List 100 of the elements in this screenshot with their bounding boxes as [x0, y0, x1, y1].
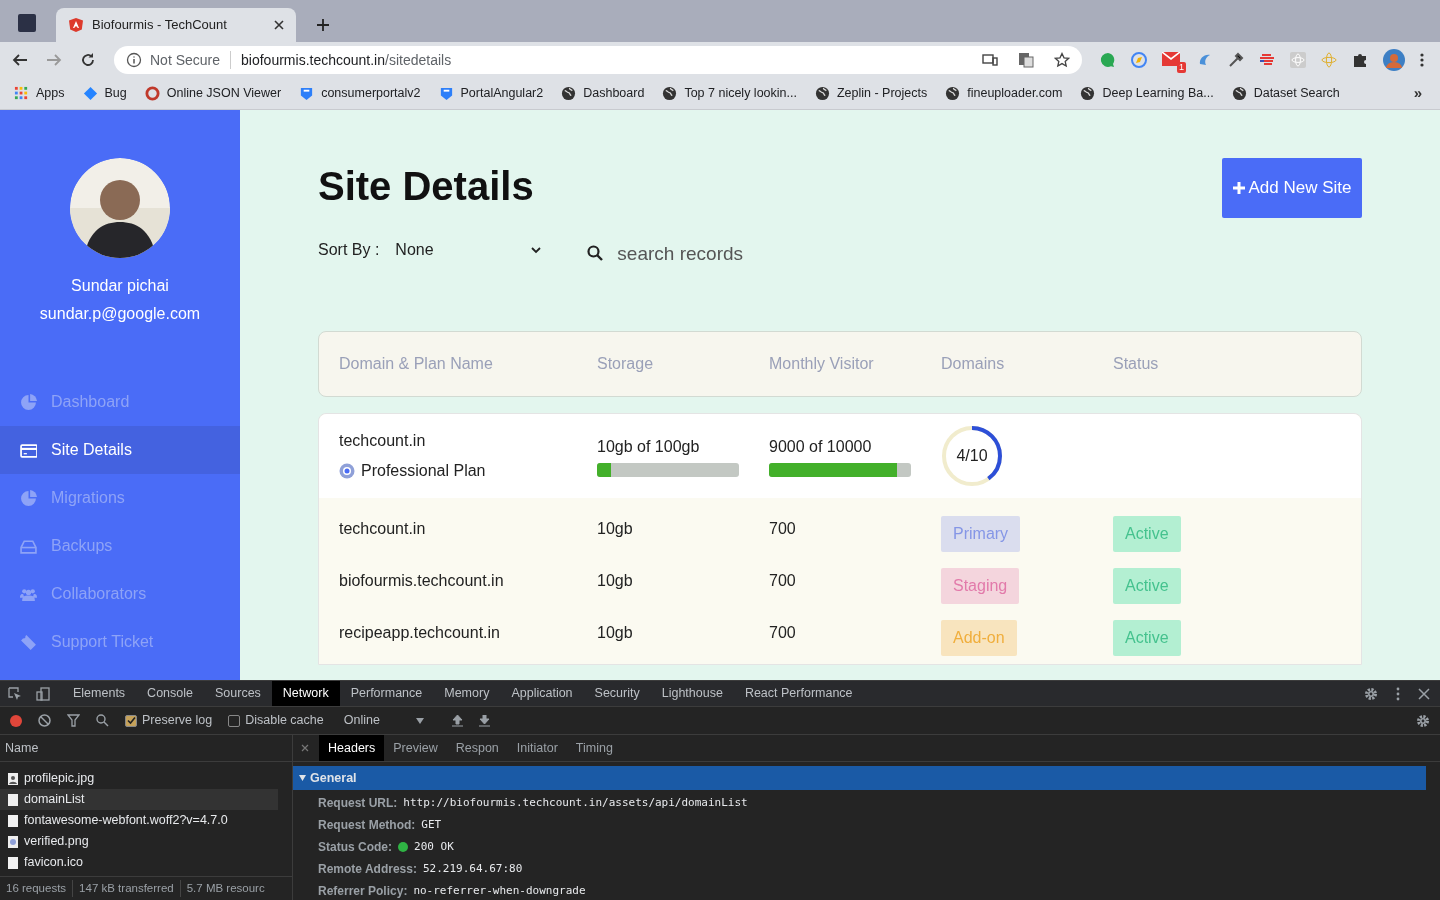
image-file-icon [8, 772, 18, 785]
pie-chart-icon [20, 489, 37, 507]
sort-dropdown[interactable]: None [395, 238, 542, 263]
devtools-tab[interactable]: Application [500, 681, 584, 706]
detail-tab[interactable]: Headers [319, 735, 385, 761]
bookmark[interactable]: Apps [14, 84, 65, 103]
bookmark[interactable]: Online JSON Viewer [144, 84, 282, 103]
header-value: GET [421, 816, 442, 833]
devtools-tab[interactable]: Console [136, 681, 204, 706]
user-name: Sundar pichai [71, 276, 169, 296]
address-bar[interactable]: Not Secure biofourmis.techcount.in/sitedetails [114, 46, 1082, 74]
download-icon[interactable] [478, 714, 490, 727]
request-row[interactable]: domainList [0, 789, 278, 810]
cast-icon[interactable] [982, 53, 998, 67]
close-icon[interactable] [1418, 687, 1430, 700]
document-icon [8, 856, 18, 869]
request-row[interactable]: profilepic.jpg [0, 768, 278, 789]
header-value: no-referrer-when-downgrade [413, 882, 586, 899]
devtools-tab[interactable]: Elements [62, 681, 137, 706]
column-header: Status [1113, 353, 1160, 374]
user-email: sundar.p@google.com [39, 304, 201, 324]
devtools-tab[interactable]: Sources [204, 681, 272, 706]
search-field[interactable]: search records [617, 240, 918, 269]
document-icon [8, 793, 18, 806]
browser-tab[interactable]: Biofourmis - TechCount [56, 8, 296, 42]
bookmark[interactable]: PortalAngular2 [438, 84, 544, 103]
star-icon[interactable] [1054, 52, 1070, 68]
devtools-tab[interactable]: Memory [433, 681, 501, 706]
domain-tag: Add-on [941, 619, 1017, 656]
security-label: Not Secure [150, 50, 221, 70]
back-icon[interactable] [12, 52, 28, 68]
domain-tag: Staging [941, 567, 1020, 604]
add-site-button[interactable]: Add New Site [1222, 158, 1362, 218]
table-cell-text: recipeapp.techcount.in [339, 622, 501, 643]
inspect-icon[interactable] [8, 686, 22, 701]
section-header[interactable]: General [293, 766, 1426, 790]
plus-icon[interactable] [316, 18, 330, 32]
settings-icon[interactable] [1416, 713, 1430, 728]
bookmark[interactable]: Dashboard [561, 84, 645, 103]
bookmark[interactable]: Dataset Search [1231, 84, 1340, 103]
lines-icon[interactable] [1259, 52, 1275, 68]
header-key: Referrer Policy: [318, 882, 408, 900]
devtools-tab[interactable]: Security [583, 681, 651, 706]
header-value: 200 OK [414, 838, 454, 855]
hard-drive-icon [20, 537, 37, 555]
clear-icon[interactable] [38, 714, 51, 727]
record-icon[interactable] [10, 714, 22, 727]
detail-tab[interactable]: Respon [446, 735, 508, 761]
mail-icon[interactable] [1162, 52, 1180, 66]
bookmark[interactable]: Zeplin - Projects [814, 84, 928, 103]
bookmark[interactable]: Top 7 nicely lookin... [662, 84, 797, 103]
plan-name: Professional Plan [361, 460, 486, 481]
table-cell-text: 700 [769, 570, 797, 591]
settings-icon[interactable] [1364, 686, 1378, 701]
puzzle-icon[interactable] [1352, 52, 1368, 68]
devtools-tab[interactable]: Network [271, 681, 340, 706]
diamond-icon [82, 86, 98, 101]
device-icon[interactable] [36, 686, 50, 701]
table-cell-text: 700 [769, 518, 797, 539]
status-dot-icon [398, 842, 408, 852]
detail-tab[interactable]: Timing [566, 735, 622, 761]
reload-icon[interactable] [80, 52, 96, 68]
shield-icon [438, 86, 454, 101]
status-tag: Active [1113, 619, 1181, 656]
translate-icon[interactable] [1018, 52, 1034, 68]
notification-badge: 1 [1177, 62, 1186, 73]
filter-icon[interactable] [67, 714, 80, 727]
checkbox[interactable] [125, 714, 137, 727]
table-cell-text: 700 [769, 622, 797, 643]
compass-icon[interactable] [1131, 52, 1147, 68]
close-icon[interactable] [274, 20, 284, 30]
detail-tab[interactable]: Preview [384, 735, 447, 761]
bookmark[interactable]: Bug [82, 84, 127, 103]
devtools-tab[interactable]: Lighthouse [650, 681, 734, 706]
kebab-menu-icon[interactable] [1420, 53, 1424, 67]
table-cell-text: 10gb [597, 570, 634, 591]
bookmark[interactable]: Deep Learning Ba... [1080, 84, 1214, 103]
ticket-icon [20, 633, 37, 651]
visitor-usage: 9000 of 10000 [769, 436, 873, 457]
devtools-tab[interactable]: React Performance [733, 681, 864, 706]
detail-tab[interactable]: Initiator [507, 735, 567, 761]
throttle-dropdown[interactable]: Online [343, 711, 424, 730]
checkbox-label: Disable cache [245, 712, 324, 730]
upload-icon[interactable] [451, 714, 463, 727]
request-row[interactable]: fontawesome-webfont.woff2?v=4.7.0 [0, 810, 278, 831]
kebab-menu-icon[interactable] [1396, 686, 1400, 701]
sidebar-item[interactable]: Site Details [0, 426, 240, 474]
avatar-icon[interactable] [1383, 49, 1405, 71]
request-row[interactable]: verified.png [0, 831, 278, 852]
checkbox[interactable] [228, 714, 241, 727]
header-value: http://biofourmis.techcount.in/assets/api/domainList [403, 794, 748, 811]
bookmark[interactable]: fineuploader.com [945, 84, 1063, 103]
bookmark[interactable]: consumerportalv2 [299, 84, 421, 103]
sort-label: Sort By : [318, 240, 380, 261]
search-icon[interactable] [96, 714, 109, 727]
request-row[interactable]: favicon.ico [0, 852, 278, 873]
more-bookmarks[interactable]: » [1413, 82, 1422, 105]
ring-icon [144, 86, 160, 101]
caret-icon [415, 717, 424, 724]
devtools-tab[interactable]: Performance [339, 681, 434, 706]
